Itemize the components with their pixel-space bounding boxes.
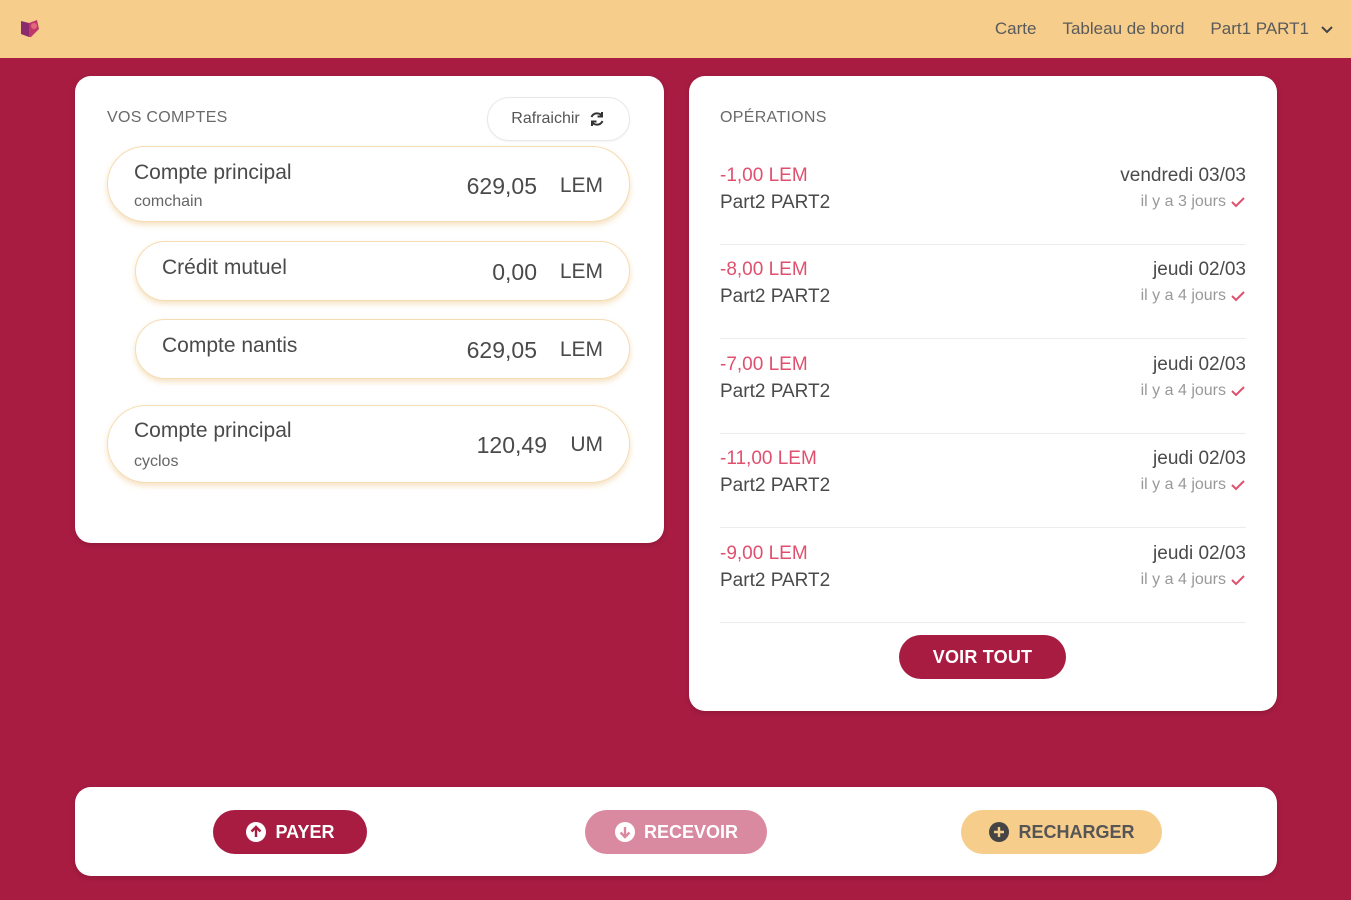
account-name: Compte principal: [134, 419, 292, 442]
account-sub: comchain: [134, 193, 203, 210]
pay-label: PAYER: [275, 821, 335, 842]
check-icon: [1231, 386, 1245, 397]
operation-party: Part2 PART2: [720, 192, 831, 213]
check-icon: [1231, 197, 1245, 208]
account-name: Compte nantis: [162, 334, 298, 357]
actions-card: PAYER RECEVOIR RECHARGER: [75, 787, 1277, 876]
account-item-principal-comchain[interactable]: Compte principal comchain 629,05 LEM: [107, 146, 630, 222]
chevron-down-icon: [1321, 26, 1333, 34]
account-amount: 0,00: [492, 259, 537, 285]
operation-amount: -7,00 LEM: [720, 354, 808, 375]
operation-party: Part2 PART2: [720, 286, 831, 307]
operation-date: vendredi 03/03: [1120, 165, 1246, 186]
operation-ago: il y a 4 jours: [1141, 571, 1246, 589]
user-menu[interactable]: Part1 PART1: [1210, 19, 1335, 39]
account-currency: LEM: [559, 174, 603, 197]
operation-item[interactable]: -7,00 LEM Part2 PART2 jeudi 02/03 il y a…: [720, 340, 1246, 434]
refresh-label: Rafraichir: [511, 110, 580, 127]
refresh-button[interactable]: Rafraichir: [487, 97, 630, 141]
operation-ago-text: il y a 3 jours: [1140, 193, 1226, 210]
operations-title: OPÉRATIONS: [720, 109, 827, 126]
account-item-principal-cyclos[interactable]: Compte principal cyclos 120,49 UM: [107, 405, 630, 483]
check-icon: [1231, 480, 1245, 491]
nav-link-dashboard[interactable]: Tableau de bord: [1062, 19, 1184, 39]
account-name: Compte principal: [134, 161, 292, 184]
operation-item[interactable]: -11,00 LEM Part2 PART2 jeudi 02/03 il y …: [720, 434, 1246, 528]
operation-amount: -9,00 LEM: [720, 543, 808, 564]
account-name: Crédit mutuel: [162, 256, 287, 279]
operation-ago-text: il y a 4 jours: [1140, 476, 1226, 493]
user-name: Part1 PART1: [1210, 19, 1309, 38]
operation-ago: il y a 4 jours: [1141, 287, 1246, 305]
operation-date: jeudi 02/03: [1153, 354, 1246, 375]
operation-item[interactable]: -8,00 LEM Part2 PART2 jeudi 02/03 il y a…: [720, 245, 1246, 339]
recharge-button[interactable]: RECHARGER: [961, 810, 1162, 854]
account-currency: UM: [570, 433, 603, 456]
account-currency: LEM: [559, 338, 603, 361]
operation-ago-text: il y a 4 jours: [1140, 571, 1226, 588]
receive-button[interactable]: RECEVOIR: [585, 810, 767, 854]
top-bar: Carte Tableau de bord Part1 PART1: [0, 0, 1351, 58]
operation-ago-text: il y a 4 jours: [1140, 287, 1226, 304]
check-icon: [1231, 575, 1245, 586]
account-currency: LEM: [559, 260, 603, 283]
operation-ago-text: il y a 4 jours: [1140, 382, 1226, 399]
operation-item[interactable]: -9,00 LEM Part2 PART2 jeudi 02/03 il y a…: [720, 529, 1246, 623]
operation-ago: il y a 4 jours: [1141, 382, 1246, 400]
arrow-down-circle-icon: [614, 822, 635, 842]
operation-amount: -11,00 LEM: [720, 448, 817, 469]
operation-amount: -1,00 LEM: [720, 165, 808, 186]
operation-ago: il y a 3 jours: [1141, 193, 1246, 211]
operation-date: jeudi 02/03: [1153, 259, 1246, 280]
operation-item[interactable]: -1,00 LEM Part2 PART2 vendredi 03/03 il …: [720, 151, 1246, 245]
app-logo-icon[interactable]: [18, 17, 42, 41]
accounts-title: VOS COMPTES: [107, 109, 228, 126]
recharge-label: RECHARGER: [1018, 821, 1135, 842]
plus-circle-icon: [989, 822, 1010, 842]
account-item-nantis[interactable]: Compte nantis 629,05 LEM: [135, 319, 630, 379]
top-nav: Carte Tableau de bord Part1 PART1: [995, 0, 1335, 58]
check-icon: [1231, 291, 1245, 302]
operation-date: jeudi 02/03: [1153, 448, 1246, 469]
operation-party: Part2 PART2: [720, 381, 831, 402]
account-amount: 629,05: [466, 173, 537, 199]
account-item-credit-mutuel[interactable]: Crédit mutuel 0,00 LEM: [135, 241, 630, 301]
account-amount: 629,05: [466, 337, 537, 363]
accounts-card: VOS COMPTES Rafraichir Compte principal …: [75, 76, 664, 543]
nav-link-map[interactable]: Carte: [995, 19, 1037, 39]
operation-party: Part2 PART2: [720, 570, 831, 591]
arrow-up-circle-icon: [246, 822, 267, 842]
refresh-icon: [590, 112, 604, 126]
account-sub: cyclos: [134, 453, 179, 470]
see-all-button[interactable]: VOIR TOUT: [899, 635, 1066, 679]
operation-date: jeudi 02/03: [1153, 543, 1246, 564]
receive-label: RECEVOIR: [643, 821, 739, 842]
operations-card: OPÉRATIONS -1,00 LEM Part2 PART2 vendred…: [689, 76, 1277, 711]
operation-ago: il y a 4 jours: [1141, 476, 1246, 494]
pay-button[interactable]: PAYER: [213, 810, 367, 854]
account-amount: 120,49: [476, 432, 547, 458]
operation-party: Part2 PART2: [720, 475, 831, 496]
operation-amount: -8,00 LEM: [720, 259, 808, 280]
